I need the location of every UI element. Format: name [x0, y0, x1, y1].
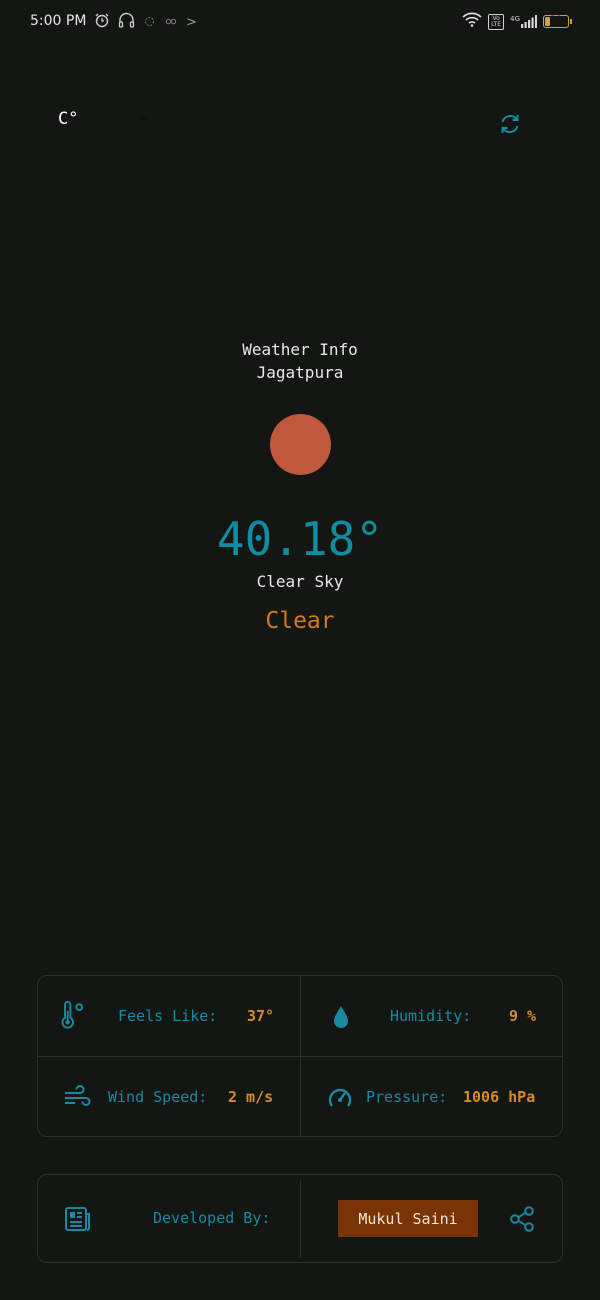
lte-icon: Vo LTE — [488, 13, 505, 30]
developed-by-label: Developed By: — [153, 1209, 271, 1227]
refresh-icon — [498, 115, 522, 140]
weather-details-card: Feels Like: 37° Humidity: 9 % Wind Speed… — [37, 975, 563, 1137]
battery-level-text: 29 — [549, 15, 563, 25]
headphones-icon — [118, 12, 135, 32]
wifi-icon — [462, 12, 482, 31]
gauge-icon — [325, 1083, 355, 1113]
battery-icon: 29 — [543, 15, 572, 28]
weather-description: Clear Sky — [256, 572, 344, 591]
wind-speed-cell: Wind Speed: 2 m/s — [38, 1057, 300, 1137]
pressure-value: 1006 hPa — [463, 1088, 536, 1106]
loading-status-icon — [164, 13, 178, 32]
weather-condition-icon — [270, 414, 331, 475]
battery-cap — [570, 19, 572, 24]
city-name: Jagatpura — [256, 363, 344, 382]
humidity-value: 9 % — [509, 1007, 537, 1025]
alarm-icon — [94, 12, 110, 32]
temperature-value: 40.18° — [216, 512, 384, 566]
dropdown-arrow-icon — [138, 116, 148, 122]
signal-icon: 4G — [510, 15, 537, 28]
thermometer-icon — [58, 1000, 88, 1031]
developer-name-button[interactable]: Mukul Saini — [338, 1200, 478, 1237]
network-type-label: 4G — [510, 15, 520, 23]
weather-main-condition: Clear — [265, 608, 335, 634]
developer-card: Developed By: Mukul Saini — [37, 1174, 563, 1263]
sync-status-icon — [143, 13, 156, 32]
wind-icon — [62, 1082, 92, 1112]
pressure-cell: Pressure: 1006 hPa — [301, 1057, 563, 1137]
feels-like-cell: Feels Like: 37° — [38, 976, 300, 1056]
share-icon[interactable] — [509, 1205, 537, 1237]
weather-heading: Weather Info Jagatpura — [0, 338, 600, 384]
temperature-unit-label: C° — [58, 109, 79, 129]
status-icons-left: > — [94, 12, 197, 32]
wind-speed-label: Wind Speed: — [108, 1088, 208, 1106]
wind-speed-value: 2 m/s — [228, 1088, 274, 1106]
feels-like-label: Feels Like: — [118, 1007, 218, 1025]
more-notifications-chevron: > — [186, 14, 197, 30]
weather-info-title: Weather Info — [242, 340, 358, 359]
battery-body: 29 — [543, 15, 569, 28]
news-icon — [64, 1206, 92, 1236]
status-bar: 5:00 PM > Vo LTE 4G 29 — [0, 0, 600, 44]
status-icons-right: Vo LTE 4G 29 — [462, 12, 572, 31]
water-drop-icon — [326, 1001, 356, 1031]
humidity-cell: Humidity: 9 % — [301, 976, 563, 1056]
humidity-label: Humidity: — [390, 1007, 472, 1025]
refresh-button[interactable] — [498, 112, 522, 136]
feels-like-value: 37° — [247, 1007, 275, 1025]
pressure-label: Pressure: — [366, 1088, 448, 1106]
developer-card-divider — [300, 1180, 301, 1258]
status-time: 5:00 PM — [30, 13, 87, 29]
temperature-unit-dropdown[interactable]: C° — [58, 106, 152, 132]
